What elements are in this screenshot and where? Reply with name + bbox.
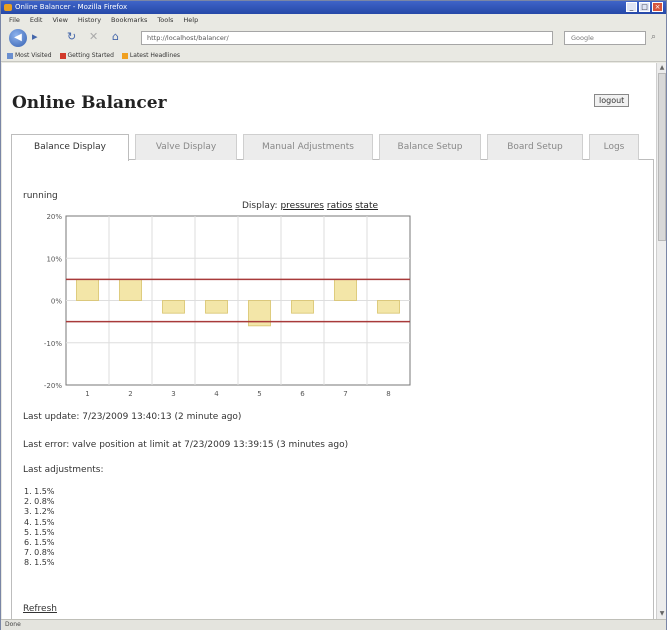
adjustment-item: 7. 0.8% — [24, 548, 55, 558]
chart-y-tick-label: 20% — [46, 213, 62, 221]
last-update-text: Last update: 7/23/2009 13:40:13 (2 minut… — [23, 412, 242, 422]
chart-bar-7 — [334, 278, 357, 301]
forward-icon[interactable]: ▸ — [32, 30, 38, 44]
adjustment-item: 5. 1.5% — [24, 527, 55, 537]
chart-y-tick-label: -10% — [44, 340, 62, 348]
bookmark-icon — [7, 52, 13, 59]
chart-bar-2 — [119, 278, 142, 301]
home-icon[interactable]: ⌂ — [112, 30, 119, 44]
search-go-icon[interactable]: ⌕ — [651, 30, 656, 44]
maximize-button[interactable]: □ — [639, 2, 650, 12]
page-content: Online Balancer logout Balance Display V… — [2, 63, 656, 619]
bookmark-getting-started[interactable]: Getting Started — [59, 50, 114, 61]
chart-bar-3 — [162, 300, 185, 314]
chart-x-tick-label: 8 — [386, 390, 390, 398]
adjustment-item: 4. 1.5% — [24, 517, 55, 527]
bookmark-icon — [59, 52, 66, 59]
chart-x-tick-label: 4 — [214, 390, 219, 398]
stop-icon[interactable]: ✕ — [89, 30, 98, 44]
rss-icon — [121, 52, 128, 59]
menu-bookmarks[interactable]: Bookmarks — [111, 14, 147, 26]
address-bar[interactable]: http://localhost/balancer/ — [141, 31, 553, 45]
adjustments-list: 1. 1.5% 2. 0.8% 3. 1.2% 4. 1.5% 5. 1.5% … — [24, 487, 55, 569]
menu-file[interactable]: File — [9, 14, 20, 26]
status-bar: Done — [1, 619, 666, 630]
balance-chart: 20% 10% 0% -10% -20% 1 2 3 4 5 6 7 8 — [44, 213, 411, 398]
chart-y-tick-label: 0% — [51, 298, 62, 306]
chart-x-tick-label: 5 — [257, 390, 261, 398]
browser-window: Online Balancer - Mozilla Firefox _ □ × … — [0, 0, 667, 630]
window-controls: _ □ × — [626, 2, 663, 12]
back-icon[interactable]: ◀ — [9, 29, 27, 47]
minimize-button[interactable]: _ — [626, 2, 637, 12]
adjustment-item: 1. 1.5% — [24, 487, 55, 496]
menu-edit[interactable]: Edit — [30, 14, 43, 26]
chart-bar-6 — [291, 300, 314, 314]
chart-bar-8 — [377, 300, 400, 314]
refresh-link[interactable]: Refresh — [23, 604, 57, 614]
chart-x-tick-label: 6 — [300, 390, 305, 398]
adjustment-item: 2. 0.8% — [24, 497, 55, 507]
adjustment-item: 6. 1.5% — [24, 538, 55, 548]
search-input[interactable]: Google — [564, 31, 646, 45]
chart-x-tick-label: 2 — [128, 390, 132, 398]
adjustment-item: 8. 1.5% — [24, 558, 55, 568]
bookmarks-toolbar: Most Visited Getting Started Latest Head… — [1, 50, 666, 62]
chart-x-tick-label: 3 — [171, 390, 175, 398]
bookmark-most-visited[interactable]: Most Visited — [7, 50, 52, 61]
firefox-icon — [4, 4, 12, 11]
navigation-toolbar: ◀ ▸ ↻ ✕ ⌂ http://localhost/balancer/ Goo… — [1, 26, 666, 50]
menu-view[interactable]: View — [52, 14, 67, 26]
menu-history[interactable]: History — [78, 14, 101, 26]
menu-help[interactable]: Help — [183, 14, 198, 26]
close-button[interactable]: × — [652, 2, 663, 12]
chart-y-tick-label: 10% — [46, 255, 62, 263]
scrollbar-thumb[interactable] — [658, 73, 666, 241]
scroll-up-icon[interactable]: ▲ — [658, 64, 666, 72]
bookmark-latest-headlines[interactable]: Latest Headlines — [121, 50, 180, 61]
menu-bar: File Edit View History Bookmarks Tools H… — [1, 14, 666, 26]
title-bar: Online Balancer - Mozilla Firefox _ □ × — [1, 1, 666, 14]
adjustment-item: 3. 1.2% — [24, 507, 55, 517]
last-adjustments-label: Last adjustments: — [23, 465, 104, 475]
chart-bar-4 — [205, 300, 228, 314]
chart-x-tick-label: 1 — [85, 390, 89, 398]
reload-icon[interactable]: ↻ — [67, 30, 76, 44]
scroll-down-icon[interactable]: ▼ — [658, 610, 666, 618]
chart-y-tick-label: -20% — [44, 382, 62, 390]
vertical-scrollbar[interactable]: ▲ ▼ — [656, 63, 666, 619]
last-error-text: Last error: valve position at limit at 7… — [23, 440, 349, 450]
chart-bar-1 — [76, 278, 99, 301]
window-title: Online Balancer - Mozilla Firefox — [15, 3, 128, 11]
menu-tools[interactable]: Tools — [157, 14, 173, 26]
chart-x-tick-label: 7 — [343, 390, 347, 398]
